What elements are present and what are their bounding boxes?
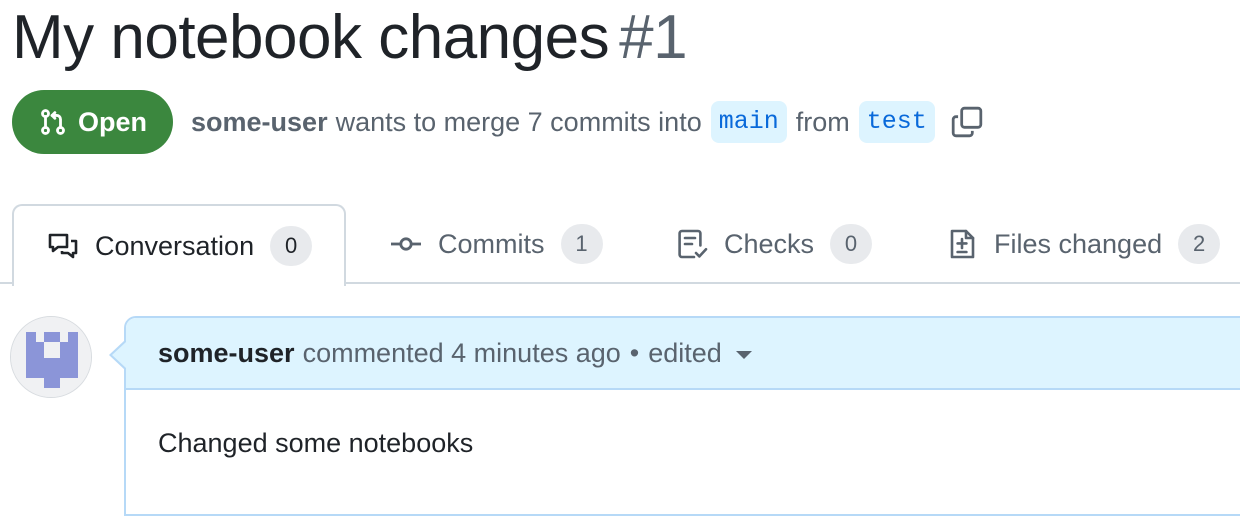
tab-conversation-label: Conversation [95, 230, 255, 261]
edited-dropdown[interactable]: edited [648, 338, 752, 369]
tab-checks-count: 0 [830, 224, 873, 264]
git-commit-icon [391, 237, 421, 251]
pr-title: My notebook changes [12, 3, 610, 72]
page-title: My notebook changes #1 [12, 0, 688, 76]
checklist-icon [678, 229, 708, 259]
head-branch[interactable]: test [858, 101, 935, 143]
tab-commits-label: Commits [438, 228, 545, 259]
pr-tabs: Conversation 0 Commits 1 Checks 0 Files … [0, 204, 1240, 286]
from-text: from [795, 106, 850, 137]
copy-branch-button[interactable] [950, 105, 984, 139]
state-label: Open [78, 106, 148, 137]
tab-conversation-count: 0 [270, 226, 313, 266]
tab-files-changed-label: Files changed [994, 228, 1163, 259]
merge-text: wants to merge 7 commits into [335, 106, 702, 137]
pr-number: #1 [619, 3, 688, 72]
edited-label: edited [648, 337, 722, 368]
tab-files-changed-count: 2 [1178, 224, 1221, 264]
avatar[interactable] [10, 316, 92, 398]
merge-summary: some-user wants to merge 7 commits into … [191, 101, 984, 143]
comment-header: some-user commented 4 minutes ago • edit… [126, 318, 1240, 390]
tab-commits[interactable]: Commits 1 [390, 204, 603, 284]
pr-meta: Open some-user wants to merge 7 commits … [12, 90, 984, 154]
triangle-down-icon [735, 351, 752, 359]
tab-commits-count: 1 [560, 224, 603, 264]
copy-icon [951, 106, 982, 138]
base-branch[interactable]: main [710, 101, 787, 143]
author-link[interactable]: some-user [191, 107, 328, 138]
git-pull-request-icon [41, 109, 65, 135]
comment-author-link[interactable]: some-user [158, 338, 295, 369]
tab-checks[interactable]: Checks 0 [676, 204, 873, 284]
comment-timestamp-link[interactable]: 4 minutes ago [451, 338, 621, 369]
tab-conversation[interactable]: Conversation 0 [12, 204, 347, 286]
comment-discussion-icon [48, 233, 78, 259]
tab-files-changed[interactable]: Files changed 2 [946, 204, 1221, 284]
file-diff-icon [950, 229, 975, 259]
tab-checks-label: Checks [724, 228, 815, 259]
comment-body: Changed some notebooks [158, 428, 474, 458]
comment-box: some-user commented 4 minutes ago • edit… [124, 316, 1240, 516]
separator-dot: • [629, 337, 640, 368]
comment-action: commented [302, 337, 444, 368]
identicon-image [11, 317, 91, 397]
state-badge: Open [12, 90, 174, 154]
comment-pointer-fill [112, 342, 126, 368]
